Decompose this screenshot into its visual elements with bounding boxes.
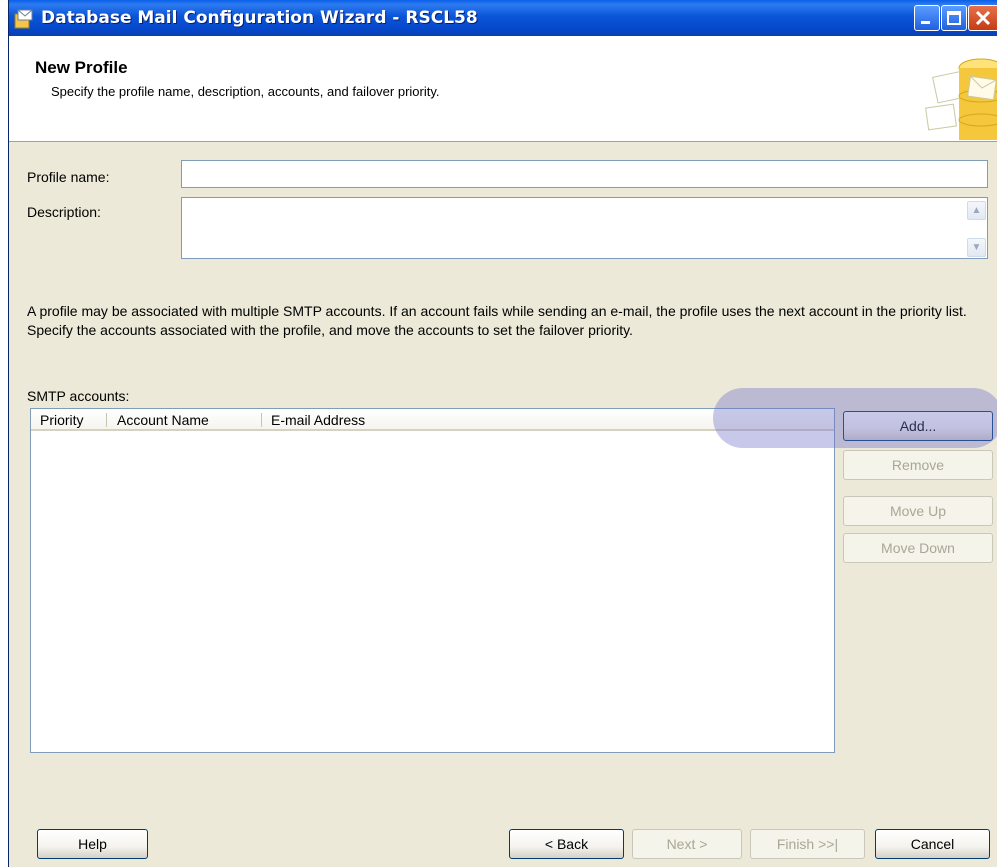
add-account-button[interactable]: Add... <box>843 411 993 441</box>
back-button[interactable]: < Back <box>509 829 624 859</box>
scroll-down-icon[interactable]: ▼ <box>967 238 986 257</box>
remove-account-button[interactable]: Remove <box>843 450 993 480</box>
move-up-button[interactable]: Move Up <box>843 496 993 526</box>
title-bar[interactable]: Database Mail Configuration Wizard - RSC… <box>9 0 997 36</box>
page-subtitle: Specify the profile name, description, a… <box>51 84 440 99</box>
smtp-accounts-label: SMTP accounts: <box>27 388 130 404</box>
database-mail-app-icon <box>14 9 33 29</box>
maximize-icon <box>947 11 961 25</box>
column-priority[interactable]: Priority <box>40 412 84 428</box>
finish-button[interactable]: Finish >>| <box>750 829 865 859</box>
window-title: Database Mail Configuration Wizard - RSC… <box>41 8 478 28</box>
column-email-address[interactable]: E-mail Address <box>271 412 365 428</box>
minimize-icon <box>921 21 930 24</box>
minimize-button[interactable] <box>914 5 940 31</box>
column-account-name[interactable]: Account Name <box>117 412 209 428</box>
column-divider[interactable] <box>261 413 262 427</box>
scroll-up-icon[interactable]: ▲ <box>967 201 986 220</box>
profile-name-input[interactable] <box>181 160 988 188</box>
page-title: New Profile <box>35 58 128 77</box>
maximize-button[interactable] <box>941 5 967 31</box>
info-text: A profile may be associated with multipl… <box>27 303 967 338</box>
description-scrollbar[interactable]: ▲ ▼ <box>967 199 986 257</box>
description-textarea[interactable]: ▲ ▼ <box>181 197 988 259</box>
help-button[interactable]: Help <box>37 829 148 859</box>
wizard-window: Database Mail Configuration Wizard - RSC… <box>8 0 997 867</box>
cancel-button[interactable]: Cancel <box>875 829 990 859</box>
wizard-header: New Profile Specify the profile name, de… <box>9 36 997 142</box>
description-label: Description: <box>27 204 101 220</box>
close-button[interactable] <box>968 5 997 31</box>
column-divider[interactable] <box>106 413 107 427</box>
move-down-button[interactable]: Move Down <box>843 533 993 563</box>
database-mail-icon <box>925 58 997 140</box>
list-header: Priority Account Name E-mail Address <box>31 409 834 431</box>
next-button[interactable]: Next > <box>632 829 742 859</box>
smtp-accounts-list[interactable]: Priority Account Name E-mail Address <box>30 408 835 753</box>
profile-name-label: Profile name: <box>27 169 110 185</box>
close-icon <box>975 10 991 26</box>
